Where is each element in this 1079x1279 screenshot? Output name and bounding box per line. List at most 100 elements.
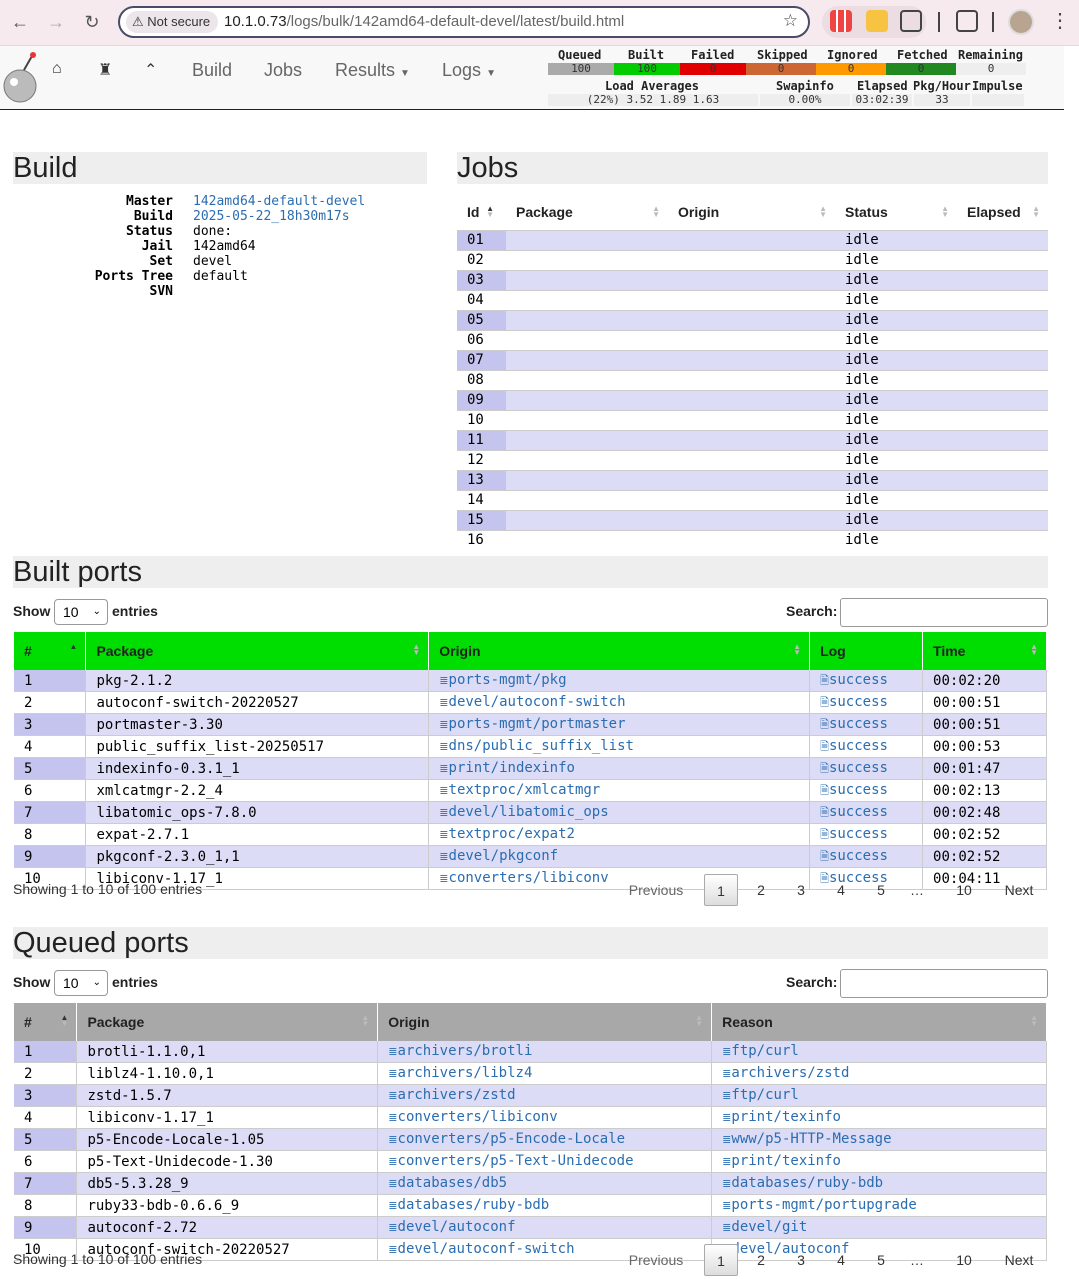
back-arrow-icon[interactable]: ←	[8, 10, 32, 34]
queued-page-1-button[interactable]: 1	[704, 1244, 738, 1276]
poudriere-logo[interactable]	[0, 50, 42, 104]
nav-jobs[interactable]: Jobs	[264, 60, 302, 81]
built-page-4-button[interactable]: 4	[824, 874, 858, 906]
built-log[interactable]: 🗎success	[809, 845, 924, 868]
built-origin-link[interactable]: textproc/expat2	[449, 826, 575, 842]
built-log[interactable]: 🗎success	[809, 713, 924, 736]
built-origin[interactable]: ≣devel/pkgconf	[428, 845, 811, 868]
queued-reason[interactable]: ≣www/p5-HTTP-Message	[711, 1128, 1047, 1151]
queued-reason-link[interactable]: www/p5-HTTP-Message	[731, 1131, 891, 1147]
queued-page-3-button[interactable]: 3	[784, 1244, 818, 1276]
built-origin-link[interactable]: print/indexinfo	[449, 760, 575, 776]
queued-reason-link[interactable]: archivers/zstd	[731, 1065, 849, 1081]
queued-reason[interactable]: ≣print/texinfo	[711, 1106, 1047, 1129]
build-field-value[interactable]: 142amd64-default-devel	[193, 194, 365, 209]
stat-queued-value[interactable]: 100	[548, 63, 614, 75]
queued-origin[interactable]: ≣archivers/zstd	[377, 1084, 713, 1107]
built-origin[interactable]: ≣ports-mgmt/portmaster	[428, 713, 811, 736]
built-log-link[interactable]: success	[829, 826, 888, 842]
stat-skipped-value[interactable]: 0	[746, 63, 816, 75]
queued-reason[interactable]: ≣ports-mgmt/portupgrade	[711, 1194, 1047, 1217]
queued-reason[interactable]: ≣print/texinfo	[711, 1150, 1047, 1173]
built-origin-link[interactable]: devel/libatomic_ops	[449, 804, 609, 820]
queued-col-reason[interactable]: Reason ▲ ▼	[711, 1003, 1047, 1041]
queued-reason[interactable]: ≣ftp/curl	[711, 1084, 1047, 1107]
built-col-num[interactable]: # ▲	[14, 632, 87, 670]
jobs-col-status[interactable]: Status ▲ ▼	[835, 194, 957, 230]
queued-reason[interactable]: ≣ftp/curl	[711, 1041, 1047, 1063]
stat-fetched-value[interactable]: 0	[886, 63, 956, 75]
queued-reason[interactable]: ≣archivers/zstd	[711, 1062, 1047, 1085]
built-log-link[interactable]: success	[829, 738, 888, 754]
queued-origin[interactable]: ≣archivers/liblz4	[377, 1062, 713, 1085]
built-origin-link[interactable]: devel/pkgconf	[449, 848, 559, 864]
reload-icon[interactable]: ↻	[80, 10, 104, 34]
built-log[interactable]: 🗎success	[809, 691, 924, 714]
built-page-10-button[interactable]: 10	[944, 874, 984, 906]
address-bar[interactable]: ⚠ Not secure 10.1.0.73/logs/bulk/142amd6…	[118, 6, 810, 38]
built-origin-link[interactable]: converters/libiconv	[449, 870, 609, 886]
chevron-up-icon[interactable]: ⌃	[144, 60, 157, 80]
stat-failed-value[interactable]: 0	[680, 63, 746, 75]
puzzle-icon[interactable]	[900, 10, 922, 32]
built-origin-link[interactable]: devel/autoconf-switch	[449, 694, 626, 710]
queued-origin-link[interactable]: devel/autoconf-switch	[398, 1241, 575, 1257]
queued-prev-page-button[interactable]: Previous	[610, 1244, 702, 1276]
built-log[interactable]: 🗎success	[809, 670, 924, 692]
built-origin-link[interactable]: ports-mgmt/portmaster	[449, 716, 626, 732]
stat-built-value[interactable]: 100	[614, 63, 680, 75]
built-log-link[interactable]: success	[829, 694, 888, 710]
search-tab-icon[interactable]	[956, 10, 978, 32]
built-origin[interactable]: ≣textproc/xmlcatmgr	[428, 779, 811, 802]
queued-page-2-button[interactable]: 2	[744, 1244, 778, 1276]
jobs-col-origin[interactable]: Origin ▲ ▼	[668, 194, 835, 230]
queued-origin-link[interactable]: converters/libiconv	[398, 1109, 558, 1125]
queued-origin[interactable]: ≣devel/autoconf	[377, 1216, 713, 1239]
queued-reason-link[interactable]: databases/ruby-bdb	[731, 1175, 883, 1191]
nav-build[interactable]: Build	[192, 60, 232, 81]
queued-page-4-button[interactable]: 4	[824, 1244, 858, 1276]
build-field-text[interactable]: 142amd64-default-devel	[193, 194, 365, 209]
queued-reason-link[interactable]: ports-mgmt/portupgrade	[731, 1197, 916, 1213]
queued-search-input[interactable]	[840, 969, 1048, 998]
built-col-time[interactable]: Time ▲ ▼	[922, 632, 1047, 670]
built-log[interactable]: 🗎success	[809, 801, 924, 824]
built-page-5-button[interactable]: 5	[864, 874, 898, 906]
built-origin-link[interactable]: ports-mgmt/pkg	[449, 672, 567, 688]
grid-extension-icon[interactable]	[830, 10, 852, 32]
queued-reason-link[interactable]: ftp/curl	[731, 1087, 798, 1103]
queued-next-page-button[interactable]: Next	[992, 1244, 1046, 1276]
menu-kebab-icon[interactable]: ⋮	[1050, 8, 1070, 33]
built-page-size-select[interactable]: 10 ⌄	[54, 599, 108, 625]
built-prev-page-button[interactable]: Previous	[610, 874, 702, 906]
built-origin-link[interactable]: dns/public_suffix_list	[449, 738, 634, 754]
queued-origin-link[interactable]: devel/autoconf	[398, 1219, 516, 1235]
queued-col-num[interactable]: # ▲ ▼	[14, 1003, 78, 1041]
castle-icon[interactable]: ♜	[98, 60, 112, 80]
queued-origin-link[interactable]: converters/p5-Text-Unidecode	[398, 1153, 634, 1169]
jobs-col-id[interactable]: Id ▲ ▼	[457, 194, 506, 230]
queued-col-package[interactable]: Package ▲ ▼	[76, 1003, 379, 1041]
built-search-input[interactable]	[840, 598, 1048, 627]
built-log[interactable]: 🗎success	[809, 735, 924, 758]
queued-page-10-button[interactable]: 10	[944, 1244, 984, 1276]
queued-reason[interactable]: ≣devel/git	[711, 1216, 1047, 1239]
queued-origin[interactable]: ≣converters/p5-Encode-Locale	[377, 1128, 713, 1151]
built-origin[interactable]: ≣print/indexinfo	[428, 757, 811, 780]
forward-arrow-icon[interactable]: →	[44, 10, 68, 34]
queued-origin-link[interactable]: archivers/zstd	[398, 1087, 516, 1103]
built-col-origin[interactable]: Origin ▲ ▼	[428, 632, 811, 670]
built-next-page-button[interactable]: Next	[992, 874, 1046, 906]
built-log-link[interactable]: success	[829, 716, 888, 732]
queued-col-origin[interactable]: Origin ▲ ▼	[377, 1003, 713, 1041]
built-log-link[interactable]: success	[829, 672, 888, 688]
queued-reason[interactable]: ≣databases/ruby-bdb	[711, 1172, 1047, 1195]
built-page-1-button[interactable]: 1	[704, 874, 738, 906]
built-origin[interactable]: ≣textproc/expat2	[428, 823, 811, 846]
queued-origin-link[interactable]: archivers/brotli	[398, 1043, 533, 1059]
built-page-3-button[interactable]: 3	[784, 874, 818, 906]
nav-results[interactable]: Results ▼	[335, 60, 410, 81]
built-origin[interactable]: ≣ports-mgmt/pkg	[428, 670, 811, 692]
queued-page-5-button[interactable]: 5	[864, 1244, 898, 1276]
build-field-value[interactable]: 2025-05-22_18h30m17s	[193, 209, 350, 224]
